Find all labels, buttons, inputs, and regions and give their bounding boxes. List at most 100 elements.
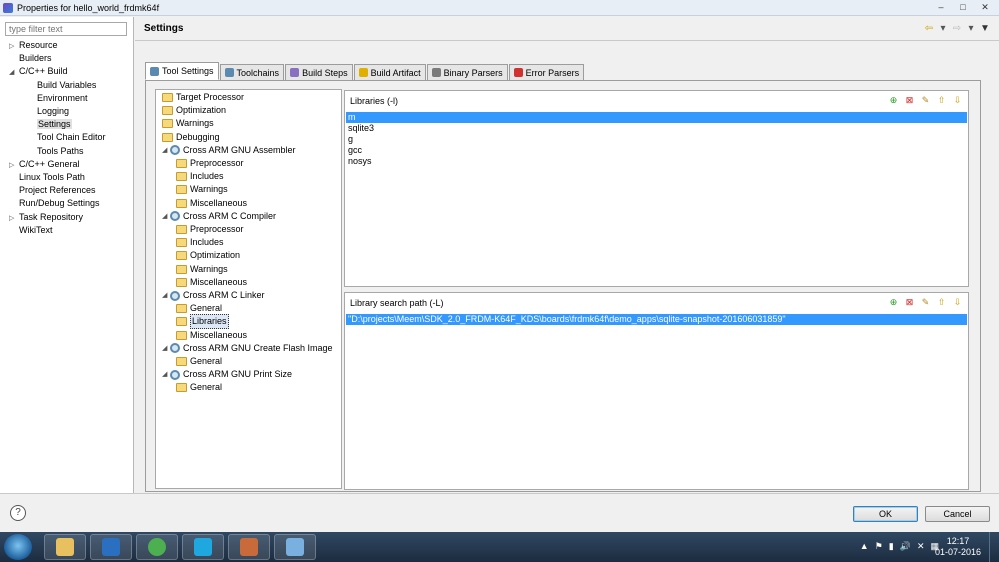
taskbar-pinned-app[interactable] <box>228 534 270 560</box>
tree-node-cross-arm-gnu-create-flash-image[interactable]: ◢ Cross ARM GNU Create Flash Image <box>162 342 333 355</box>
edit-icon[interactable]: ✎ <box>919 296 932 308</box>
tree-node-optimization[interactable]: Optimization <box>162 104 226 117</box>
nav-item-environment[interactable]: Environment <box>23 92 88 105</box>
tree-node-preprocessor[interactable]: Preprocessor <box>176 157 244 170</box>
nav-item-settings[interactable]: Settings <box>23 118 72 131</box>
tree-node-miscellaneous[interactable]: Miscellaneous <box>176 329 247 342</box>
tree-node-warnings[interactable]: Warnings <box>176 263 228 276</box>
nav-item-run-debug-settings[interactable]: Run/Debug Settings <box>9 197 100 210</box>
tree-node-general[interactable]: General <box>176 381 222 394</box>
close-button[interactable]: ✕ <box>975 1 995 13</box>
move-down-icon[interactable]: ⇩ <box>951 94 964 106</box>
tree-node-cross-arm-c-linker[interactable]: ◢ Cross ARM C Linker <box>162 289 265 302</box>
add-icon[interactable]: ⊕ <box>887 94 900 106</box>
taskbar-skype[interactable] <box>182 534 224 560</box>
tree-node-target-processor[interactable]: Target Processor <box>162 91 244 104</box>
collapse-arrow-icon[interactable]: ◢ <box>162 210 170 223</box>
ok-button[interactable]: OK <box>853 506 918 522</box>
nav-item-c-c-build[interactable]: ◢ C/C++ Build <box>9 65 68 78</box>
tree-node-optimization[interactable]: Optimization <box>176 249 240 262</box>
nav-item-project-references[interactable]: Project References <box>9 184 96 197</box>
help-icon[interactable]: ? <box>10 505 26 521</box>
nav-item-wikitext[interactable]: WikiText <box>9 224 53 237</box>
cancel-button[interactable]: Cancel <box>925 506 990 522</box>
list-item[interactable]: gcc <box>346 145 967 156</box>
tab-toolchains[interactable]: Toolchains <box>219 64 285 80</box>
nav-item-tool-chain-editor[interactable]: Tool Chain Editor <box>23 131 106 144</box>
battery-icon[interactable]: ▮ <box>889 541 894 552</box>
maximize-button[interactable]: □ <box>953 1 973 13</box>
list-item[interactable]: m <box>346 112 967 123</box>
tree-node-warnings[interactable]: Warnings <box>176 183 228 196</box>
network-icon[interactable]: ✕ <box>917 541 925 552</box>
edit-icon[interactable]: ✎ <box>919 94 932 106</box>
tree-node-cross-arm-c-compiler[interactable]: ◢ Cross ARM C Compiler <box>162 210 276 223</box>
delete-icon[interactable]: ⊠ <box>903 94 916 106</box>
list-item[interactable]: sqlite3 <box>346 123 967 134</box>
taskbar-chrome[interactable] <box>136 534 178 560</box>
start-button[interactable] <box>4 534 32 560</box>
list-item[interactable]: nosys <box>346 156 967 167</box>
nav-item-tools-paths[interactable]: Tools Paths <box>23 145 84 158</box>
tree-node-cross-arm-gnu-print-size[interactable]: ◢ Cross ARM GNU Print Size <box>162 368 292 381</box>
minimize-button[interactable]: – <box>931 1 951 13</box>
tab-error-parsers[interactable]: Error Parsers <box>508 64 585 80</box>
taskbar-file-explorer[interactable] <box>44 534 86 560</box>
tree-node-preprocessor[interactable]: Preprocessor <box>176 223 244 236</box>
collapse-arrow-icon[interactable]: ◢ <box>162 368 170 381</box>
collapse-arrow-icon[interactable]: ◢ <box>162 342 170 355</box>
nav-item-resource[interactable]: ▷ Resource <box>9 39 58 52</box>
volume-icon[interactable]: 🔊 <box>900 541 911 552</box>
tool-gear-icon <box>170 343 180 354</box>
nav-item-linux-tools-path[interactable]: Linux Tools Path <box>9 171 85 184</box>
tab-build-steps[interactable]: Build Steps <box>285 64 353 80</box>
view-menu-icon[interactable]: ▼ <box>979 23 991 34</box>
tree-node-miscellaneous[interactable]: Miscellaneous <box>176 197 247 210</box>
back-menu-icon[interactable]: ▾ <box>939 23 947 34</box>
show-desktop-button[interactable] <box>989 532 999 562</box>
tree-node-libraries[interactable]: Libraries <box>176 314 229 330</box>
tree-node-cross-arm-gnu-assembler[interactable]: ◢ Cross ARM GNU Assembler <box>162 144 296 157</box>
nav-item-logging[interactable]: Logging <box>23 105 69 118</box>
taskbar-outlook[interactable] <box>90 534 132 560</box>
list-item[interactable]: "D:\projects\Meem\SDK_2.0_FRDM-K64F_KDS\… <box>346 314 967 325</box>
nav-item-builders[interactable]: Builders <box>9 52 52 65</box>
nav-item-task-repository[interactable]: ▷ Task Repository <box>9 211 83 224</box>
tree-node-miscellaneous[interactable]: Miscellaneous <box>176 276 247 289</box>
filter-input[interactable] <box>5 22 127 36</box>
nav-item-build-variables[interactable]: Build Variables <box>23 79 96 92</box>
move-up-icon[interactable]: ⇧ <box>935 296 948 308</box>
taskbar-paint[interactable] <box>274 534 316 560</box>
expand-arrow-icon[interactable]: ▷ <box>9 40 19 53</box>
tree-node-warnings[interactable]: Warnings <box>162 117 214 130</box>
tree-node-general[interactable]: General <box>176 355 222 368</box>
tree-node-label: Optimization <box>176 105 227 116</box>
clock[interactable]: 12:17 01-07-2016 <box>935 536 981 558</box>
tree-node-includes[interactable]: Includes <box>176 236 224 249</box>
expand-arrow-icon[interactable]: ▷ <box>9 212 19 225</box>
library-path-list[interactable]: "D:\projects\Meem\SDK_2.0_FRDM-K64F_KDS\… <box>346 314 967 325</box>
expand-arrow-icon[interactable]: ◢ <box>9 66 19 79</box>
tab-icon <box>224 68 234 77</box>
add-icon[interactable]: ⊕ <box>887 296 900 308</box>
forward-arrow-icon[interactable]: ⇨ <box>951 23 963 34</box>
tab-build-artifact[interactable]: Build Artifact <box>353 64 426 80</box>
flag-icon[interactable]: ⚑ <box>875 541 883 552</box>
nav-item-c-c-general[interactable]: ▷ C/C++ General <box>9 158 80 171</box>
forward-menu-icon[interactable]: ▾ <box>967 23 975 34</box>
back-arrow-icon[interactable]: ⇦ <box>923 23 935 34</box>
list-item[interactable]: g <box>346 134 967 145</box>
tab-binary-parsers[interactable]: Binary Parsers <box>426 64 508 80</box>
move-down-icon[interactable]: ⇩ <box>951 296 964 308</box>
tree-node-general[interactable]: General <box>176 302 222 315</box>
tree-node-includes[interactable]: Includes <box>176 170 224 183</box>
collapse-arrow-icon[interactable]: ◢ <box>162 144 170 157</box>
collapse-arrow-icon[interactable]: ◢ <box>162 289 170 302</box>
move-up-icon[interactable]: ⇧ <box>935 94 948 106</box>
libraries-list[interactable]: m sqlite3 g gcc nosys <box>346 112 967 167</box>
delete-icon[interactable]: ⊠ <box>903 296 916 308</box>
tree-node-debugging[interactable]: Debugging <box>162 131 220 144</box>
tab-tool-settings[interactable]: Tool Settings <box>145 62 219 80</box>
expand-arrow-icon[interactable]: ▷ <box>9 159 19 172</box>
show-hidden-icons[interactable]: ▲ <box>860 541 869 552</box>
